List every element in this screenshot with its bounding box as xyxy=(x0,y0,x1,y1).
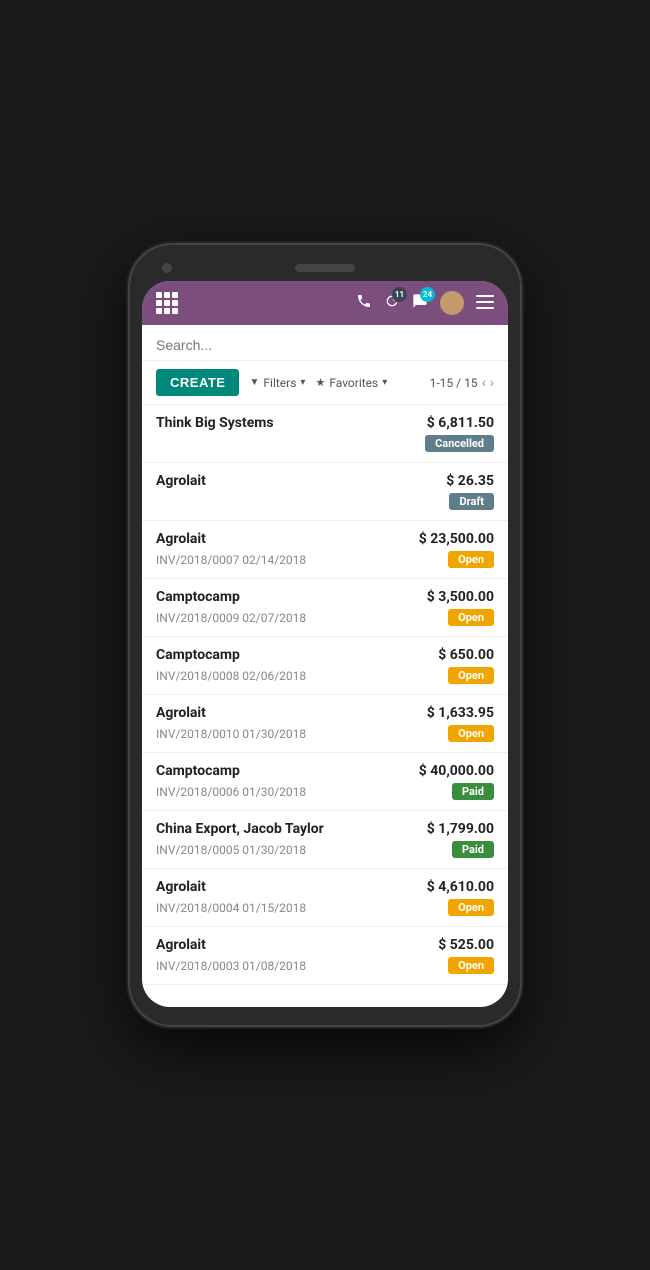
pagination: 1-15 / 15 ‹ › xyxy=(430,375,494,391)
invoice-amount: $ 6,811.50 xyxy=(427,415,494,431)
pagination-text: 1-15 / 15 xyxy=(430,376,478,390)
invoice-name: Camptocamp xyxy=(156,763,240,779)
toolbar: CREATE ▼ Filters ▾ ★ Favorites ▾ 1-15 / … xyxy=(142,361,508,405)
invoice-meta: INV/2018/0008 02/06/2018 xyxy=(156,669,306,683)
list-item[interactable]: Agrolait $ 23,500.00 INV/2018/0007 02/14/2… xyxy=(142,521,508,579)
list-item[interactable]: Agrolait $ 1,633.95 INV/2018/0010 01/30/20… xyxy=(142,695,508,753)
favorites-dropdown[interactable]: ★ Favorites ▾ xyxy=(315,376,387,390)
invoice-meta: INV/2018/0005 01/30/2018 xyxy=(156,843,306,857)
create-button[interactable]: CREATE xyxy=(156,369,239,396)
status-badge: Open xyxy=(448,667,494,684)
refresh-icon[interactable]: 11 xyxy=(384,293,400,313)
invoice-amount: $ 525.00 xyxy=(438,937,494,953)
list-item[interactable]: Agrolait $ 4,610.00 INV/2018/0004 01/15/20… xyxy=(142,869,508,927)
invoice-meta: INV/2018/0003 01/08/2018 xyxy=(156,959,306,973)
invoice-name: Agrolait xyxy=(156,705,206,721)
status-badge: Open xyxy=(448,551,494,568)
list-item[interactable]: Think Big Systems $ 6,811.50 Cancelled xyxy=(142,405,508,463)
favorites-label: Favorites xyxy=(329,376,378,390)
invoice-amount: $ 4,610.00 xyxy=(427,879,494,895)
search-bar xyxy=(142,325,508,361)
pagination-prev[interactable]: ‹ xyxy=(482,375,486,391)
invoice-amount: $ 1,799.00 xyxy=(427,821,494,837)
invoice-name: Agrolait xyxy=(156,473,206,489)
filter-icon: ▼ xyxy=(249,377,259,388)
invoice-amount: $ 23,500.00 xyxy=(419,531,494,547)
chat-badge: 24 xyxy=(420,287,435,302)
invoice-name: Think Big Systems xyxy=(156,415,274,431)
hamburger-menu-icon[interactable] xyxy=(476,294,494,313)
refresh-badge: 11 xyxy=(392,287,407,302)
list-item[interactable]: China Export, Jacob Taylor $ 1,799.00 INV/… xyxy=(142,811,508,869)
invoice-list: Think Big Systems $ 6,811.50 Cancelled Agro… xyxy=(142,405,508,1007)
invoice-name: China Export, Jacob Taylor xyxy=(156,821,324,837)
status-badge: Paid xyxy=(452,783,494,800)
camera xyxy=(162,263,172,273)
avatar[interactable] xyxy=(440,291,464,315)
invoice-name: Camptocamp xyxy=(156,589,240,605)
chat-icon[interactable]: 24 xyxy=(412,293,428,313)
invoice-amount: $ 40,000.00 xyxy=(419,763,494,779)
status-badge: Open xyxy=(448,957,494,974)
search-input[interactable] xyxy=(156,337,494,353)
status-badge: Open xyxy=(448,725,494,742)
invoice-meta: INV/2018/0009 02/07/2018 xyxy=(156,611,306,625)
invoice-meta: INV/2018/0006 01/30/2018 xyxy=(156,785,306,799)
top-bar-right: 11 24 xyxy=(356,291,494,315)
invoice-amount: $ 650.00 xyxy=(438,647,494,663)
invoice-meta: INV/2018/0004 01/15/2018 xyxy=(156,901,306,915)
invoice-meta: INV/2018/0010 01/30/2018 xyxy=(156,727,306,741)
invoice-amount: $ 1,633.95 xyxy=(427,705,494,721)
phone-screen: 11 24 xyxy=(142,281,508,1007)
list-item[interactable]: Agrolait $ 26.35 Draft xyxy=(142,463,508,521)
invoice-name: Agrolait xyxy=(156,937,206,953)
pagination-next[interactable]: › xyxy=(490,375,494,391)
phone-shell: 11 24 xyxy=(130,245,520,1025)
status-badge: Paid xyxy=(452,841,494,858)
app-menu-button[interactable] xyxy=(156,292,178,314)
invoice-name: Camptocamp xyxy=(156,647,240,663)
phone-icon[interactable] xyxy=(356,293,372,313)
top-bar: 11 24 xyxy=(142,281,508,325)
favorites-arrow: ▾ xyxy=(382,377,387,388)
grid-icon xyxy=(156,292,178,314)
list-item[interactable]: Camptocamp $ 650.00 INV/2018/0008 02/06/20… xyxy=(142,637,508,695)
invoice-amount: $ 26.35 xyxy=(446,473,494,489)
list-item[interactable]: Agrolait $ 525.00 INV/2018/0003 01/08/2018… xyxy=(142,927,508,985)
filters-label: Filters xyxy=(263,376,296,390)
filters-dropdown[interactable]: ▼ Filters ▾ xyxy=(249,376,305,390)
star-icon: ★ xyxy=(315,376,325,389)
speaker xyxy=(295,264,355,272)
invoice-amount: $ 3,500.00 xyxy=(427,589,494,605)
filters-arrow: ▾ xyxy=(300,377,305,388)
status-badge: Draft xyxy=(449,493,494,510)
status-badge: Open xyxy=(448,609,494,626)
invoice-meta: INV/2018/0007 02/14/2018 xyxy=(156,553,306,567)
invoice-name: Agrolait xyxy=(156,531,206,547)
status-badge: Open xyxy=(448,899,494,916)
status-badge: Cancelled xyxy=(425,435,494,452)
list-item[interactable]: Camptocamp $ 40,000.00 INV/2018/0006 01/30… xyxy=(142,753,508,811)
list-item[interactable]: Camptocamp $ 3,500.00 INV/2018/0009 02/07/… xyxy=(142,579,508,637)
phone-notch xyxy=(142,263,508,281)
invoice-name: Agrolait xyxy=(156,879,206,895)
